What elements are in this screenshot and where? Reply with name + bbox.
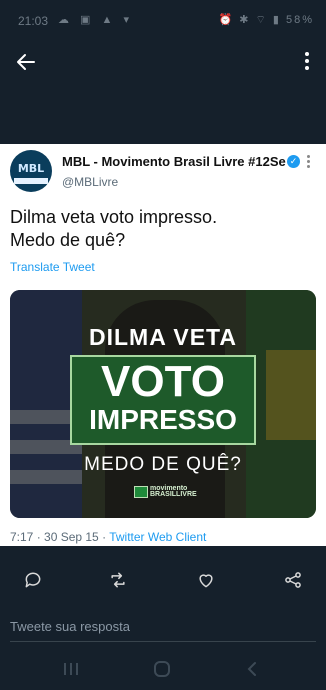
- status-bar: 21:03 ☁ ▣ ▲ ▾ ⏰ ✱ ⌔ ▮ 58%: [0, 0, 326, 40]
- author-name[interactable]: MBL - Movimento Brasil Livre #12Se...: [62, 154, 286, 169]
- image-green-box: VOTO IMPRESSO: [70, 355, 256, 445]
- reply-input[interactable]: [10, 616, 300, 636]
- battery-level: 58%: [285, 14, 314, 26]
- image-voto-text: VOTO: [101, 357, 225, 406]
- avatar-band: [14, 178, 48, 184]
- app-bar: [0, 40, 326, 144]
- like-icon[interactable]: [196, 570, 216, 590]
- verified-icon: ✓: [287, 155, 300, 168]
- share-icon[interactable]: [283, 570, 303, 590]
- avatar[interactable]: MBL: [10, 150, 52, 192]
- author-handle[interactable]: @MBLivre: [62, 175, 118, 189]
- reply-icon[interactable]: [23, 570, 43, 590]
- image-subtitle: MEDO DE QUÊ?: [84, 454, 242, 475]
- home-icon[interactable]: [152, 660, 172, 678]
- more-vertical-icon[interactable]: [304, 52, 310, 72]
- status-time: 21:03: [18, 14, 49, 28]
- recents-icon[interactable]: [61, 660, 81, 678]
- tweet-client-link[interactable]: Twitter Web Client: [109, 530, 206, 544]
- system-nav-bar: [0, 648, 326, 690]
- system-icons: ⏰ ✱ ⌔ ▮ 58%: [218, 14, 314, 26]
- reply-underline: [10, 641, 316, 642]
- tweet-actions: [0, 546, 326, 610]
- reply-composer: [0, 610, 326, 644]
- tweet-image[interactable]: DILMA VETA VOTO IMPRESSO MEDO DE QUÊ? mo…: [10, 290, 316, 518]
- tweet-card: MBL MBL - Movimento Brasil Livre #12Se..…: [0, 144, 326, 546]
- logo-text-bottom: BRASILLIVRE: [150, 491, 197, 498]
- retweet-icon[interactable]: [108, 570, 128, 590]
- tweet-text: Dilma veta voto impresso. Medo de quê?: [10, 207, 218, 250]
- avatar-logo-text: MBL: [17, 162, 45, 175]
- image-headline: DILMA VETA: [89, 324, 237, 350]
- tweet-menu-icon[interactable]: [307, 155, 311, 169]
- tweet-meta: 7:17 · 30 Sep 15 · Twitter Web Client: [10, 530, 206, 544]
- image-impresso-text: IMPRESSO: [89, 404, 237, 435]
- mbl-logo: movimento BRASILLIVRE: [134, 485, 197, 498]
- notification-icons: ☁ ▣ ▲ ▾: [58, 14, 133, 26]
- back-arrow-icon[interactable]: [14, 50, 38, 74]
- back-nav-icon[interactable]: [243, 660, 263, 678]
- translate-tweet-link[interactable]: Translate Tweet: [10, 260, 95, 274]
- tweet-timestamp: 7:17 · 30 Sep 15 ·: [10, 530, 110, 544]
